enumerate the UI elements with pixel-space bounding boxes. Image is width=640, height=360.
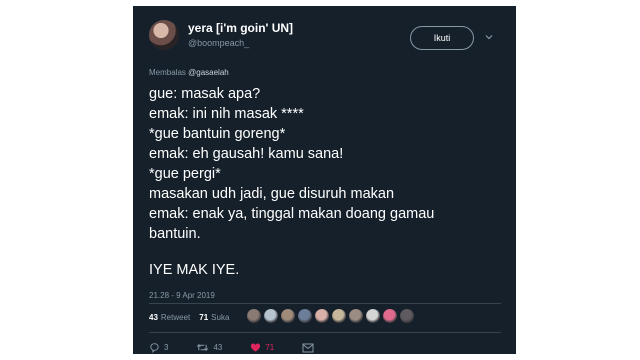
reply-icon xyxy=(150,343,159,353)
like-count[interactable]: 71 xyxy=(199,313,208,322)
tweet-line: emak: eh gausah! kamu sana! xyxy=(149,146,344,162)
reply-mention-link[interactable]: @gasaelah xyxy=(188,68,229,77)
tweet-line: *gue bantuin goreng* xyxy=(149,126,286,142)
tweet-line: gue: masak apa? xyxy=(149,86,261,102)
chevron-down-icon[interactable] xyxy=(485,33,493,41)
retweet-count[interactable]: 43 xyxy=(149,313,158,322)
action-bar: 3 43 71 xyxy=(149,342,342,353)
reply-context: Membalas @gasaelah xyxy=(149,68,229,77)
like-label[interactable]: Suka xyxy=(211,313,229,322)
liker-avatar[interactable] xyxy=(366,309,380,323)
tweet-line: *gue pergi* xyxy=(149,166,221,182)
liker-avatar[interactable] xyxy=(332,309,346,323)
direct-message-button[interactable] xyxy=(302,343,314,353)
liker-avatar[interactable] xyxy=(264,309,278,323)
tweet-line: emak: enak ya, tinggal makan doang gamau xyxy=(149,206,435,222)
liker-avatar[interactable] xyxy=(349,309,363,323)
message-icon xyxy=(302,343,314,352)
heart-icon xyxy=(251,343,261,352)
divider xyxy=(149,332,501,333)
liker-avatar[interactable] xyxy=(383,309,397,323)
tweet-line: emak: ini nih masak **** xyxy=(149,106,304,122)
retweet-action-count: 43 xyxy=(213,343,223,352)
reply-button[interactable]: 3 xyxy=(149,342,168,353)
retweet-button[interactable]: 43 xyxy=(196,342,222,353)
user-handle[interactable]: @boompeach_ xyxy=(188,38,249,48)
tweet-line: masakan udh jadi, gue disuruh makan xyxy=(149,186,395,202)
retweet-label[interactable]: Retweet xyxy=(161,313,190,322)
liker-avatar[interactable] xyxy=(281,309,295,323)
like-button[interactable]: 71 xyxy=(250,342,274,353)
liker-avatar[interactable] xyxy=(315,309,329,323)
tweet-card: yera [i'm goin' UN] @boompeach_ Ikuti Me… xyxy=(133,6,516,354)
avatar[interactable] xyxy=(149,20,179,50)
liker-avatar[interactable] xyxy=(247,309,261,323)
follow-button[interactable]: Ikuti xyxy=(410,26,474,50)
divider xyxy=(149,303,501,304)
retweet-icon xyxy=(197,343,209,352)
reply-prefix: Membalas xyxy=(149,68,186,77)
engagement-stats: 43 Retweet 71 Suka xyxy=(149,313,229,322)
liker-avatar[interactable] xyxy=(400,309,414,323)
reply-count: 3 xyxy=(164,343,169,352)
liker-avatars xyxy=(247,309,414,323)
tweet-closing-line: IYE MAK IYE. xyxy=(149,262,240,278)
like-action-count: 71 xyxy=(265,343,275,352)
liker-avatar[interactable] xyxy=(298,309,312,323)
tweet-text: gue: masak apa? emak: ini nih masak ****… xyxy=(149,84,509,280)
display-name[interactable]: yera [i'm goin' UN] xyxy=(188,21,293,35)
tweet-line: bantuin. xyxy=(149,226,201,242)
tweet-timestamp[interactable]: 21.28 - 9 Apr 2019 xyxy=(149,291,215,300)
